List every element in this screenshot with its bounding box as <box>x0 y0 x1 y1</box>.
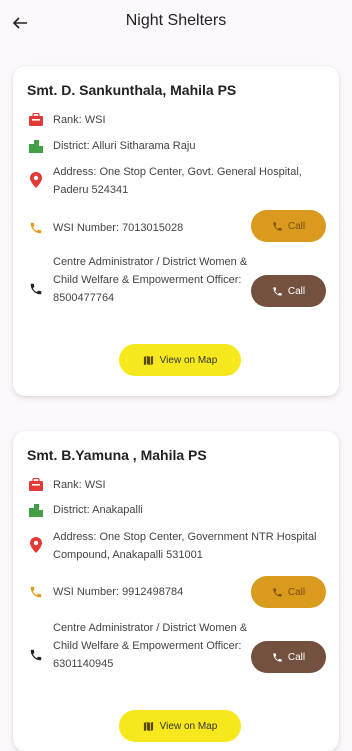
district-text: District: Anakapalli <box>53 504 143 516</box>
admin-row: Centre Administrator / District Women & … <box>27 619 263 673</box>
call-admin-button[interactable]: Call <box>251 275 326 307</box>
phone-icon <box>27 646 45 664</box>
district-text: District: Alluri Sitharama Raju <box>53 140 196 152</box>
address-text: Address: One Stop Center, Government NTR… <box>53 531 317 561</box>
location-pin-icon <box>27 171 45 189</box>
call-admin-button[interactable]: Call <box>251 641 326 673</box>
admin-text: Centre Administrator / District Women & … <box>53 256 248 304</box>
view-on-map-label: View on Map <box>159 354 218 366</box>
shelter-name: Smt. B.Yamuna , Mahila PS <box>27 447 207 463</box>
admin-row: Centre Administrator / District Women & … <box>27 253 263 307</box>
phone-icon <box>273 652 282 662</box>
view-on-map-label: View on Map <box>159 720 218 732</box>
rank-text: Rank: WSI <box>53 114 106 126</box>
view-on-map-button[interactable]: View on Map <box>119 710 241 742</box>
map-icon <box>143 721 153 731</box>
admin-text: Centre Administrator / District Women & … <box>53 622 248 670</box>
call-label: Call <box>287 220 306 232</box>
city-icon <box>27 501 45 519</box>
map-icon <box>143 355 153 365</box>
city-icon <box>27 137 45 155</box>
badge-icon <box>27 476 45 494</box>
phone-icon <box>27 280 45 298</box>
call-label: Call <box>287 651 306 663</box>
shelter-card: Smt. B.Yamuna , Mahila PS Rank: WSI Dist… <box>13 431 339 751</box>
call-wsi-button[interactable]: Call <box>251 210 326 242</box>
page-title: Night Shelters <box>125 12 227 29</box>
address-text: Address: One Stop Center, Govt. General … <box>53 166 302 196</box>
rank-row: Rank: WSI <box>27 111 263 129</box>
district-row: District: Alluri Sitharama Raju <box>27 137 321 155</box>
phone-icon <box>273 221 282 231</box>
wsi-number-text: WSI Number: 7013015028 <box>53 222 184 234</box>
badge-icon <box>27 111 45 129</box>
phone-icon <box>273 587 282 597</box>
rank-text: Rank: WSI <box>53 479 106 491</box>
wsi-number-row: WSI Number: 9912498784 <box>27 583 263 601</box>
rank-row: Rank: WSI <box>27 476 263 494</box>
phone-icon <box>27 219 45 237</box>
shelter-card: Smt. D. Sankunthala, Mahila PS Rank: WSI… <box>13 66 339 396</box>
wsi-number-text: WSI Number: 9912498784 <box>53 586 184 598</box>
phone-icon <box>27 583 45 601</box>
address-row: Address: One Stop Center, Govt. General … <box>27 163 321 199</box>
district-row: District: Anakapalli <box>27 501 321 519</box>
call-wsi-button[interactable]: Call <box>251 576 326 608</box>
address-row: Address: One Stop Center, Government NTR… <box>27 528 321 564</box>
call-label: Call <box>287 285 306 297</box>
app-bar: Night Shelters <box>0 0 352 46</box>
wsi-number-row: WSI Number: 7013015028 <box>27 219 263 237</box>
view-on-map-button[interactable]: View on Map <box>119 344 241 376</box>
call-label: Call <box>287 586 306 598</box>
location-pin-icon <box>27 536 45 554</box>
shelter-name: Smt. D. Sankunthala, Mahila PS <box>27 82 237 98</box>
phone-icon <box>273 286 282 296</box>
